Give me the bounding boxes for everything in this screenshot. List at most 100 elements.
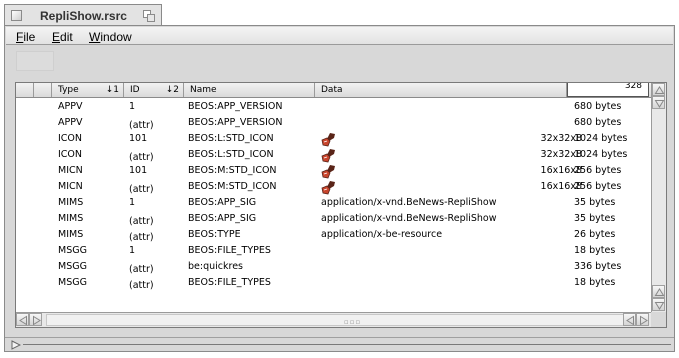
cell-type: MIMS	[58, 213, 84, 224]
cell-dimensions	[486, 227, 582, 243]
cell-dimensions: 16x16x8	[540, 165, 582, 176]
cell-name: be:quickres	[188, 261, 243, 272]
table-row[interactable]: MIMS (attr) BEOS:APP_SIG application/x-vnd.…	[16, 211, 652, 227]
cell-type: MIMS	[58, 197, 84, 208]
cell-id: (attr)	[129, 280, 154, 291]
column-header: Type ↓1 ID ↓2 Name Data 328	[16, 83, 652, 98]
cell-dimensions	[486, 211, 582, 227]
cell-name: BEOS:L:STD_ICON	[188, 133, 274, 144]
table-row[interactable]: MIMS 1 BEOS:APP_SIG application/x-vnd.BeNew…	[16, 195, 652, 211]
rows-container: APPV 1 BEOS:APP_VERSION 680 bytes APPV (attr)…	[16, 99, 652, 291]
cell-type: MSGG	[58, 277, 87, 288]
menu-bar: File Edit Window	[6, 27, 673, 45]
resource-list[interactable]: Type ↓1 ID ↓2 Name Data 328 APPV 1 BEOS:APP_…	[15, 82, 667, 328]
scroll-left-button[interactable]	[623, 313, 636, 326]
column-type[interactable]: Type ↓1	[52, 83, 124, 97]
table-row[interactable]: MSGG (attr) be:quickres 336 bytes	[16, 259, 652, 275]
table-row[interactable]: MICN (attr) BEOS:M:STD_ICON 16x16x8 256 byte…	[16, 179, 652, 195]
column-data[interactable]: Data	[315, 83, 567, 97]
divider	[23, 344, 671, 345]
scroll-down-button[interactable]	[652, 298, 665, 311]
cell-size: 18 bytes	[574, 245, 616, 256]
table-row[interactable]: ICON (attr) BEOS:L:STD_ICON 32x32x8 1024 byt…	[16, 147, 652, 163]
cell-name: BEOS:APP_VERSION	[188, 101, 283, 112]
scroll-down-button[interactable]	[652, 96, 665, 109]
column-id[interactable]: ID ↓2	[124, 83, 184, 97]
cell-name: BEOS:M:STD_ICON	[188, 181, 277, 192]
window-title: RepliShow.rsrc	[40, 9, 127, 23]
cell-dimensions: 32x32x8	[540, 149, 582, 160]
toolbar-area	[6, 46, 673, 76]
cell-size: 256 bytes	[574, 165, 622, 176]
scroll-corner	[651, 312, 666, 327]
cell-size: 680 bytes	[574, 117, 622, 128]
cell-id: 1	[129, 245, 136, 256]
cell-name: BEOS:APP_SIG	[188, 213, 257, 224]
header-spacer	[34, 83, 52, 97]
vertical-scrollbar[interactable]	[651, 83, 666, 313]
column-size[interactable]: 328	[567, 83, 649, 97]
scroll-up-button[interactable]	[652, 285, 665, 298]
menu-window[interactable]: Window	[89, 30, 132, 44]
cell-size: 680 bytes	[574, 101, 622, 112]
column-name[interactable]: Name	[184, 83, 315, 97]
cell-id: 101	[129, 165, 148, 176]
menu-file[interactable]: File	[16, 30, 35, 44]
sort-arrow-icon: ↓2	[165, 85, 179, 95]
paint-brush-icon	[321, 180, 336, 195]
cell-name: BEOS:APP_VERSION	[188, 117, 283, 128]
triangle-right-icon[interactable]	[11, 340, 21, 350]
cell-type: MSGG	[58, 245, 87, 256]
table-row[interactable]: MIMS (attr) BEOS:TYPE application/x-be-reso…	[16, 227, 652, 243]
horizontal-scrollbar[interactable]: ▫▫▫	[16, 312, 652, 327]
cell-type: APPV	[58, 101, 83, 112]
cell-type: MICN	[58, 165, 83, 176]
cell-name: BEOS:FILE_TYPES	[188, 277, 271, 288]
header-spacer	[16, 83, 34, 97]
cell-data: application/x-be-resource	[321, 229, 443, 240]
scroll-right-button[interactable]	[636, 313, 649, 326]
scroll-up-button[interactable]	[652, 83, 665, 96]
cell-size: 336 bytes	[574, 261, 622, 272]
paint-brush-icon	[321, 164, 336, 179]
cell-size: 26 bytes	[574, 229, 616, 240]
close-button[interactable]	[11, 10, 22, 21]
cell-name: BEOS:L:STD_ICON	[188, 149, 274, 160]
cell-id: 101	[129, 133, 148, 144]
table-row[interactable]: MICN 101 BEOS:M:STD_ICON 16x16x8 256 bytes	[16, 163, 652, 179]
cell-dimensions: 16x16x8	[540, 181, 582, 192]
cell-size: 256 bytes	[574, 181, 622, 192]
table-row[interactable]: MSGG (attr) BEOS:FILE_TYPES 18 bytes	[16, 275, 652, 291]
app-window: File Edit Window Type ↓1 ID ↓2 Name Data 3…	[4, 25, 675, 352]
zoom-button[interactable]	[143, 10, 155, 22]
cell-id: 1	[129, 197, 136, 208]
cell-dimensions	[486, 115, 582, 131]
table-row[interactable]: APPV (attr) BEOS:APP_VERSION 680 bytes	[16, 115, 652, 131]
window-tab[interactable]: RepliShow.rsrc	[4, 4, 162, 26]
cell-size: 18 bytes	[574, 277, 616, 288]
menu-edit[interactable]: Edit	[52, 30, 73, 44]
cell-size: 35 bytes	[574, 213, 616, 224]
scroll-thumb[interactable]: ▫▫▫	[46, 314, 626, 326]
cell-dimensions	[486, 259, 582, 275]
cell-dimensions	[486, 275, 582, 291]
table-row[interactable]: MSGG 1 BEOS:FILE_TYPES 18 bytes	[16, 243, 652, 259]
cell-dimensions	[486, 195, 582, 211]
table-row[interactable]: ICON 101 BEOS:L:STD_ICON 32x32x8 1024 bytes	[16, 131, 652, 147]
paint-brush-icon	[321, 132, 336, 147]
cell-name: BEOS:FILE_TYPES	[188, 245, 271, 256]
cell-dimensions	[486, 99, 582, 115]
sort-arrow-icon: ↓1	[105, 85, 119, 95]
cell-name: BEOS:APP_SIG	[188, 197, 257, 208]
cell-type: MIMS	[58, 229, 84, 240]
cell-type: ICON	[58, 149, 83, 160]
scroll-right-button[interactable]	[29, 313, 42, 326]
cell-type: MICN	[58, 181, 83, 192]
scroll-left-button[interactable]	[16, 313, 29, 326]
cell-type: MSGG	[58, 261, 87, 272]
toolbar-button[interactable]	[16, 51, 54, 71]
paint-brush-icon	[321, 148, 336, 163]
cell-data: application/x-vnd.BeNews-RepliShow	[321, 213, 497, 224]
cell-dimensions: 32x32x8	[540, 133, 582, 144]
table-row[interactable]: APPV 1 BEOS:APP_VERSION 680 bytes	[16, 99, 652, 115]
